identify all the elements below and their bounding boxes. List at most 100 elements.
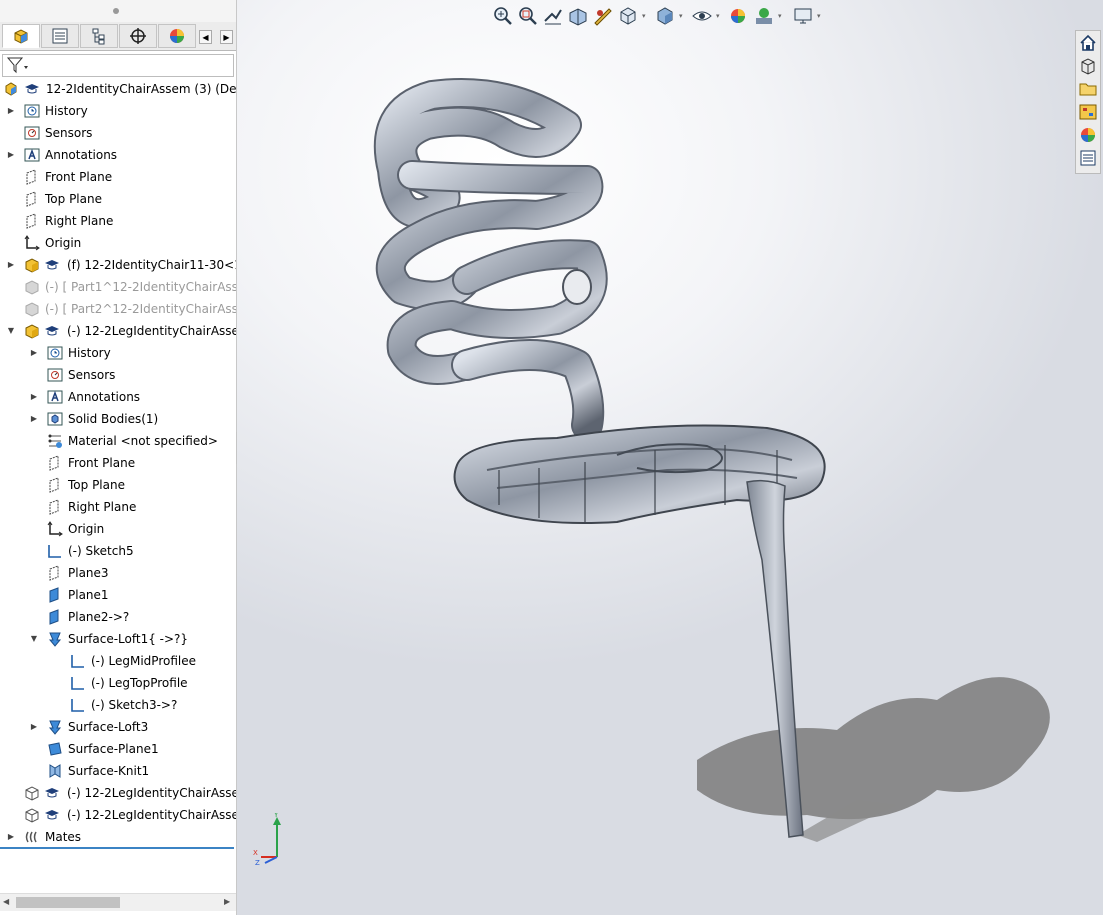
horizontal-scrollbar[interactable]: ◀ ▶: [0, 893, 236, 911]
tree-item[interactable]: Origin: [0, 518, 236, 540]
tree-item[interactable]: Material <not specified>: [0, 430, 236, 452]
backrest-hole: [562, 269, 592, 305]
tree-item[interactable]: Sensors: [0, 122, 236, 144]
expand-arrow-icon[interactable]: ▶: [29, 716, 39, 738]
tree-item[interactable]: (-) 12-2LegIdentityChairAssem: [0, 782, 236, 804]
tree-item-label: Front Plane: [68, 456, 136, 470]
tree-item[interactable]: ▶ Annotations: [0, 144, 236, 166]
feature-manager-icon: [14, 29, 28, 44]
tree-item[interactable]: Front Plane: [0, 452, 236, 474]
tree-item[interactable]: (-) LegMidProfilee: [0, 650, 236, 672]
tree-item[interactable]: ▼ (-) 12-2LegIdentityChairAssem: [0, 320, 236, 342]
sketch-icon: [71, 655, 84, 668]
tree-item[interactable]: 12-2IdentityChairAssem (3) (Defau: [0, 78, 236, 100]
collapse-arrow-icon[interactable]: ▼: [6, 320, 16, 342]
history-icon: [47, 346, 63, 360]
view-palette-icon[interactable]: [1078, 102, 1098, 122]
tree-item[interactable]: (-) Sketch3->?: [0, 694, 236, 716]
configuration-manager-icon: [92, 28, 105, 45]
expand-arrow-icon[interactable]: ▶: [6, 144, 16, 166]
tab-display-manager[interactable]: [158, 24, 196, 48]
tree-item[interactable]: ▶ History: [0, 100, 236, 122]
tree-item[interactable]: Front Plane: [0, 166, 236, 188]
tree-item[interactable]: ▶ History: [0, 342, 236, 364]
graphics-viewport[interactable]: ▾ ▾ ▾ ▾ ▾ Y X Z: [237, 0, 1103, 915]
chair-shadow: [697, 677, 1050, 820]
tree-item[interactable]: (-) [ Part2^12-2IdentityChairAssem: [0, 298, 236, 320]
tree-item[interactable]: ▶ (f) 12-2IdentityChair11-30<1>: [0, 254, 236, 276]
tree-item[interactable]: Origin: [0, 232, 236, 254]
plane-icon: [49, 565, 59, 581]
tree-item-label: History: [68, 346, 111, 360]
annotations-icon: [47, 390, 63, 404]
scroll-right-arrow[interactable]: ▶: [224, 897, 230, 906]
tree-item[interactable]: (-) LegTopProfile: [0, 672, 236, 694]
chair-3d-model[interactable]: [237, 0, 1103, 915]
tree-item[interactable]: (-) Sketch5: [0, 540, 236, 562]
tree-item-label: Annotations: [68, 390, 141, 404]
plane-blue-icon: [49, 609, 59, 625]
home-icon[interactable]: [1078, 33, 1098, 53]
collapse-arrow-icon[interactable]: ▼: [29, 628, 39, 650]
expand-arrow-icon[interactable]: ▶: [29, 342, 39, 364]
history-icon: [24, 104, 40, 118]
tree-item-label: Solid Bodies(1): [68, 412, 159, 426]
expand-arrow-icon[interactable]: ▶: [6, 100, 16, 122]
tree-item[interactable]: ▶ Mates: [0, 826, 236, 848]
tree-item[interactable]: Plane3: [0, 562, 236, 584]
feature-manager-tabs: ◀ ▶: [0, 22, 236, 51]
scroll-thumb[interactable]: [16, 897, 120, 908]
part-icon: [25, 258, 39, 273]
tree-item[interactable]: Sensors: [0, 364, 236, 386]
tree-item[interactable]: Plane2->?: [0, 606, 236, 628]
tree-item[interactable]: ▼ Surface-Loft1{ ->?}: [0, 628, 236, 650]
assembly-top-icon: [5, 82, 17, 96]
education-edition-icon: [45, 788, 59, 798]
expand-arrow-icon[interactable]: ▶: [29, 408, 39, 430]
expand-arrow-icon[interactable]: ▶: [6, 826, 16, 848]
origin-icon: [24, 235, 40, 251]
file-explorer-icon[interactable]: [1078, 79, 1098, 99]
education-edition-icon: [25, 84, 39, 94]
tree-item[interactable]: Top Plane: [0, 474, 236, 496]
tree-item[interactable]: ▶ Annotations: [0, 386, 236, 408]
tree-item-label: Right Plane: [45, 214, 114, 228]
tab-configuration-manager[interactable]: [80, 24, 118, 48]
surface-loft-icon: [48, 632, 62, 647]
expand-arrow-icon[interactable]: ▶: [29, 386, 39, 408]
tabs-scroll-left[interactable]: ◀: [199, 30, 212, 44]
design-library-icon[interactable]: [1078, 56, 1098, 76]
tree-item[interactable]: (-) [ Part1^12-2IdentityChairAssem: [0, 276, 236, 298]
surface-knit-icon: [49, 764, 61, 778]
svg-text:X: X: [253, 849, 258, 857]
tree-item[interactable]: Surface-Plane1: [0, 738, 236, 760]
pane-grip[interactable]: [0, 0, 236, 22]
tree-item[interactable]: Top Plane: [0, 188, 236, 210]
tree-item[interactable]: Right Plane: [0, 210, 236, 232]
filter-bar[interactable]: [2, 54, 234, 77]
scroll-left-arrow[interactable]: ◀: [3, 897, 9, 906]
tab-feature-manager[interactable]: [2, 24, 40, 48]
tab-property-manager[interactable]: [41, 24, 79, 48]
tree-item[interactable]: Surface-Knit1: [0, 760, 236, 782]
custom-properties-icon[interactable]: [1078, 148, 1098, 168]
plane-icon: [49, 499, 59, 515]
tab-dimxpert-manager[interactable]: [119, 24, 157, 48]
tree-item[interactable]: Plane1: [0, 584, 236, 606]
tree-item[interactable]: ▶ Surface-Loft3: [0, 716, 236, 738]
tree-item-label: (-) 12-2LegIdentityChairAssem: [67, 808, 236, 822]
material-icon: [48, 434, 62, 448]
expand-arrow-icon[interactable]: ▶: [6, 254, 16, 276]
tree-item[interactable]: ▶ Solid Bodies(1): [0, 408, 236, 430]
sketch-icon: [71, 677, 84, 690]
tree-item-label: Origin: [68, 522, 105, 536]
tree-item[interactable]: (-) 12-2LegIdentityChairAssem: [0, 804, 236, 826]
feature-tree: 12-2IdentityChairAssem (3) (Defau ▶ Histor…: [0, 78, 236, 848]
tabs-scroll-right[interactable]: ▶: [220, 30, 233, 44]
tree-item-label: Annotations: [45, 148, 118, 162]
appearances-icon[interactable]: [1078, 125, 1098, 145]
filter-icon[interactable]: [6, 55, 32, 75]
solid-bodies-icon: [47, 412, 63, 426]
tree-item[interactable]: Right Plane: [0, 496, 236, 518]
tree-item-label: (-) LegTopProfile: [91, 676, 188, 690]
